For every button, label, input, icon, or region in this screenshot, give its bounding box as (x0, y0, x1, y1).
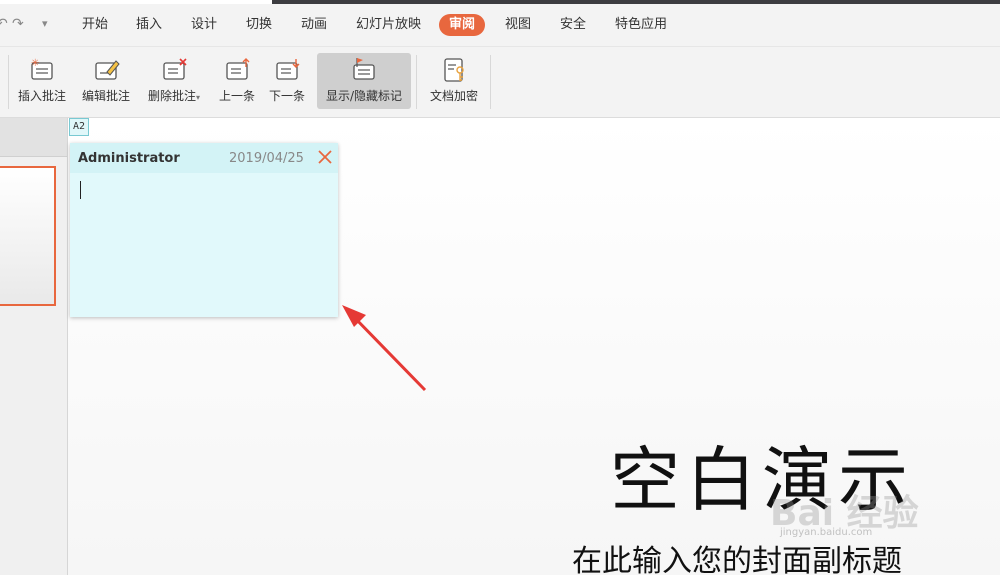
insert-comment-icon: ✳ (31, 58, 53, 80)
encrypt-document-icon (444, 58, 464, 82)
edit-comment-button[interactable]: 编辑批注 (76, 53, 136, 109)
edit-comment-icon (95, 60, 120, 80)
thumbnail-pane-header (0, 118, 67, 157)
tab-special-apps[interactable]: 特色应用 (613, 14, 669, 36)
next-comment-button[interactable]: 下一条 (264, 53, 310, 109)
tab-transitions[interactable]: 切换 (244, 14, 274, 36)
tab-review[interactable]: 审阅 (439, 14, 486, 36)
next-comment-label: 下一条 (268, 89, 305, 103)
show-hide-markup-icon (353, 58, 375, 80)
quick-access-menu-icon[interactable]: ▾ (42, 17, 48, 30)
encrypt-document-button[interactable]: 文档加密 (422, 53, 486, 109)
ribbon-divider (490, 55, 491, 109)
ribbon-divider (8, 55, 9, 109)
tab-security[interactable]: 安全 (558, 14, 588, 36)
redo-icon[interactable]: ↷ (12, 16, 24, 32)
slide-thumbnail-pane (0, 118, 68, 575)
comment-box[interactable]: Administrator 2019/04/25 (70, 143, 338, 317)
chevron-down-icon[interactable]: ▾ (196, 93, 200, 102)
edit-comment-label: 编辑批注 (81, 89, 130, 103)
comment-date: 2019/04/25 (229, 151, 304, 166)
delete-comment-label: 删除批注 (147, 89, 196, 103)
comment-text-area[interactable] (78, 177, 328, 307)
tab-view[interactable]: 视图 (503, 14, 533, 36)
svg-text:✳: ✳ (31, 58, 39, 69)
previous-comment-button[interactable]: 上一条 (214, 53, 260, 109)
encrypt-document-label: 文档加密 (429, 89, 478, 103)
show-hide-markup-label: 显示/隐藏标记 (325, 89, 403, 103)
tab-design[interactable]: 设计 (189, 14, 219, 36)
next-comment-icon (276, 59, 300, 80)
annotation-arrow-icon (342, 305, 427, 392)
previous-comment-label: 上一条 (218, 89, 255, 103)
tab-animations[interactable]: 动画 (299, 14, 329, 36)
review-ribbon: ✳ 插入批注 编辑批注 删除批注▾ 上一条 下一条 显示/隐藏标记 文档加密 (0, 47, 1000, 118)
show-hide-markup-button[interactable]: 显示/隐藏标记 (317, 53, 411, 109)
delete-comment-button[interactable]: 删除批注▾ (140, 53, 208, 109)
slide-subtitle[interactable]: 在此输入您的封面副标题 (572, 536, 902, 580)
menu-bar: ↶ ↷ ▾ 开始 插入 设计 切换 动画 幻灯片放映 审阅 视图 安全 特色应用 (0, 4, 1000, 47)
ribbon-divider (416, 55, 417, 109)
close-icon[interactable] (318, 150, 332, 164)
comment-marker[interactable]: A2 (69, 118, 90, 136)
delete-comment-icon (163, 58, 187, 80)
insert-comment-button[interactable]: ✳ 插入批注 (12, 53, 72, 109)
tab-home[interactable]: 开始 (80, 14, 110, 36)
previous-comment-icon (226, 58, 250, 80)
insert-comment-label: 插入批注 (17, 89, 66, 103)
comment-author: Administrator (78, 151, 180, 166)
tab-slideshow[interactable]: 幻灯片放映 (354, 14, 423, 36)
slide-thumbnail[interactable] (0, 166, 56, 306)
undo-icon[interactable]: ↶ (0, 16, 8, 32)
comment-header: Administrator 2019/04/25 (70, 143, 338, 173)
tab-insert[interactable]: 插入 (134, 14, 164, 36)
